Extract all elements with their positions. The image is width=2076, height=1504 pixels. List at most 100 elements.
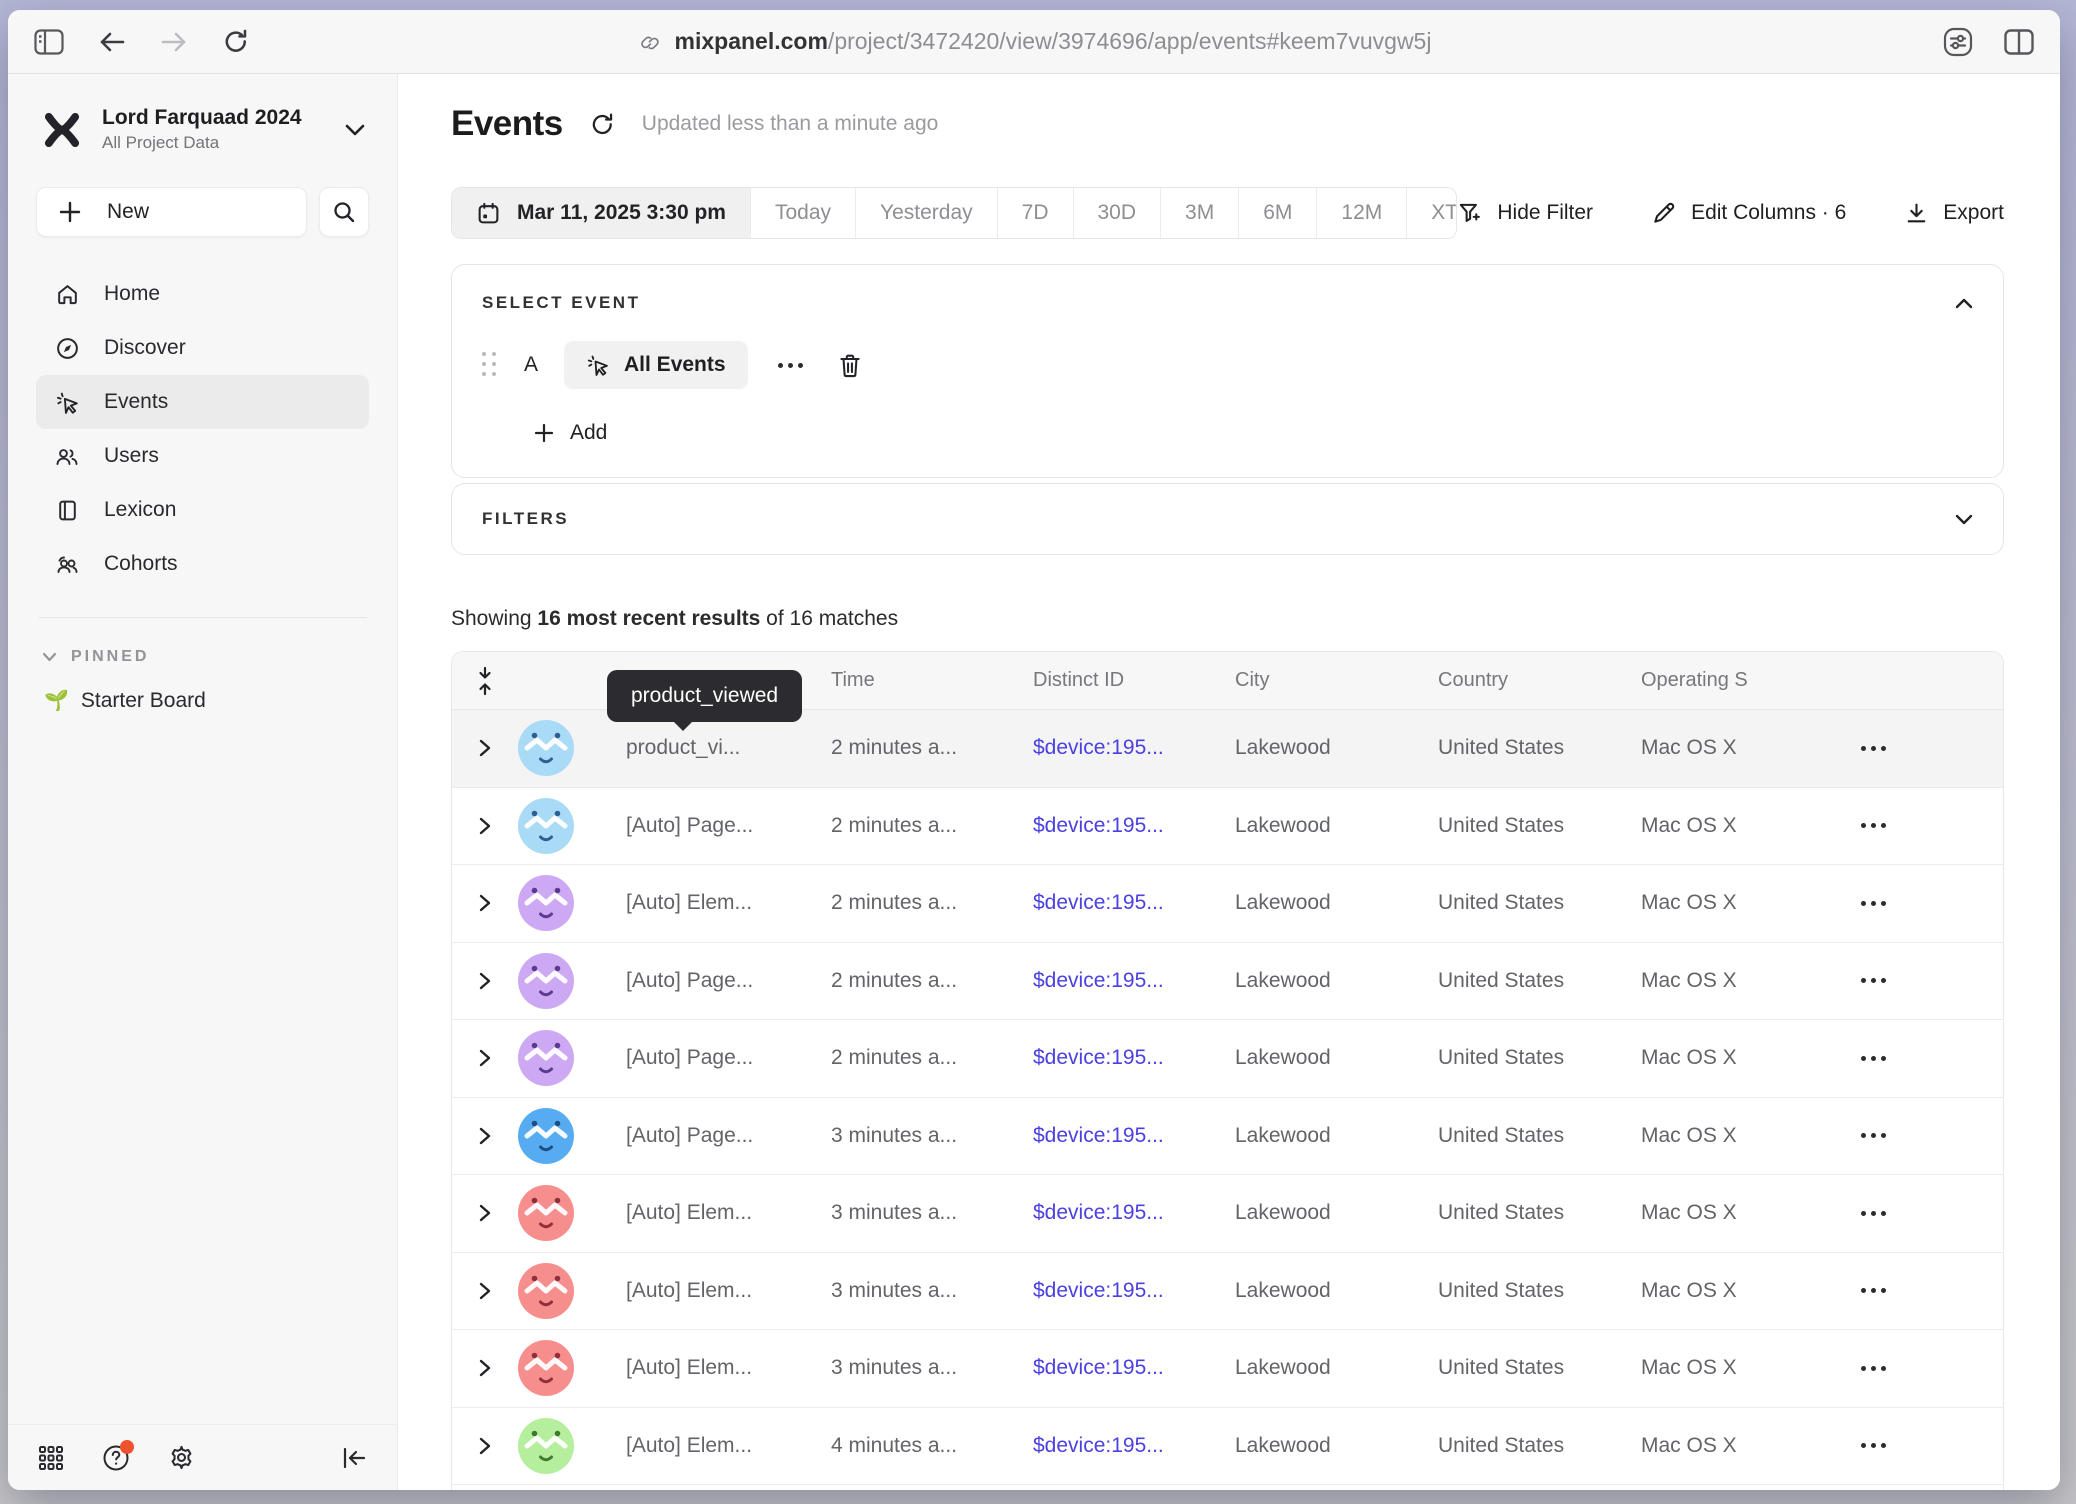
settings-gear-icon[interactable] bbox=[168, 1444, 195, 1471]
event-os: Mac OS X bbox=[1641, 969, 1841, 993]
workspace-switcher[interactable]: Lord Farquaad 2024 All Project Data bbox=[36, 106, 369, 153]
table-row[interactable]: [Auto] Page... 3 minutes a... $device:19… bbox=[452, 1098, 2003, 1176]
row-actions-button[interactable] bbox=[1861, 1288, 1886, 1293]
event-selector-pill[interactable]: All Events bbox=[564, 341, 748, 389]
new-button[interactable]: New bbox=[36, 187, 307, 237]
sidebar-item-lexicon[interactable]: Lexicon bbox=[36, 483, 369, 537]
event-name: product_vi... bbox=[593, 736, 831, 760]
row-actions-button[interactable] bbox=[1861, 1056, 1886, 1061]
preset-today[interactable]: Today bbox=[750, 188, 855, 238]
sidebar-item-discover[interactable]: Discover bbox=[36, 321, 369, 375]
event-time: 3 minutes a... bbox=[831, 1279, 1033, 1303]
row-expand-chevron-icon[interactable] bbox=[478, 738, 492, 758]
refresh-icon[interactable] bbox=[589, 111, 616, 138]
sidebar-item-events[interactable]: Events bbox=[36, 375, 369, 429]
reload-button-icon[interactable] bbox=[222, 28, 250, 56]
sidebar-toggle-icon[interactable] bbox=[34, 29, 64, 55]
split-view-icon[interactable] bbox=[2004, 29, 2034, 55]
preset-6m[interactable]: 6M bbox=[1238, 188, 1316, 238]
date-range-current[interactable]: Mar 11, 2025 3:30 pm bbox=[452, 188, 750, 238]
table-row[interactable]: [Auto] Elem... 2 minutes a... $device:19… bbox=[452, 865, 2003, 943]
table-row[interactable]: [Auto] Elem... 4 minutes a... $device:19… bbox=[452, 1485, 2003, 1490]
row-expand-chevron-icon[interactable] bbox=[478, 1126, 492, 1146]
column-header-os[interactable]: Operating S bbox=[1641, 669, 1841, 692]
row-expand-chevron-icon[interactable] bbox=[478, 893, 492, 913]
row-expand-chevron-icon[interactable] bbox=[478, 1203, 492, 1223]
sidebar-item-users[interactable]: Users bbox=[36, 429, 369, 483]
chevron-down-icon[interactable] bbox=[1955, 514, 1973, 525]
trash-icon[interactable] bbox=[837, 352, 863, 379]
add-event-button[interactable]: Add bbox=[534, 421, 1973, 445]
table-row[interactable]: [Auto] Elem... 3 minutes a... $device:19… bbox=[452, 1253, 2003, 1331]
event-avatar-violet bbox=[518, 875, 574, 931]
event-name: [Auto] Elem... bbox=[593, 1279, 831, 1303]
table-row[interactable]: [Auto] Page... 2 minutes a... $device:19… bbox=[452, 1020, 2003, 1098]
row-actions-button[interactable] bbox=[1861, 901, 1886, 906]
distinct-id-link[interactable]: $device:195... bbox=[1033, 1279, 1164, 1303]
distinct-id-link[interactable]: $device:195... bbox=[1033, 1046, 1164, 1070]
row-expand-chevron-icon[interactable] bbox=[478, 1281, 492, 1301]
table-row[interactable]: [Auto] Page... 2 minutes a... $device:19… bbox=[452, 788, 2003, 866]
sort-time-icon[interactable] bbox=[474, 665, 496, 697]
distinct-id-link[interactable]: $device:195... bbox=[1033, 891, 1164, 915]
column-header-distinct-id[interactable]: Distinct ID bbox=[1033, 669, 1235, 692]
distinct-id-link[interactable]: $device:195... bbox=[1033, 1124, 1164, 1148]
preset-30d[interactable]: 30D bbox=[1073, 188, 1161, 238]
help-button[interactable] bbox=[102, 1444, 130, 1472]
export-label: Export bbox=[1943, 201, 2004, 225]
row-actions-button[interactable] bbox=[1861, 1366, 1886, 1371]
preset-yesterday[interactable]: Yesterday bbox=[855, 188, 997, 238]
collapse-sidebar-icon[interactable] bbox=[341, 1446, 367, 1470]
preset-3m[interactable]: 3M bbox=[1160, 188, 1238, 238]
sidebar-nav: Home Discover Events bbox=[36, 267, 369, 591]
filters-panel[interactable]: FILTERS bbox=[451, 483, 2004, 555]
address-bar[interactable]: mixpanel.com/project/3472420/view/397469… bbox=[637, 10, 1432, 73]
page-settings-icon[interactable] bbox=[1942, 26, 1974, 58]
sidebar-item-home[interactable]: Home bbox=[36, 267, 369, 321]
pinned-header-label: PINNED bbox=[71, 648, 149, 666]
row-actions-button[interactable] bbox=[1861, 746, 1886, 751]
distinct-id-link[interactable]: $device:195... bbox=[1033, 1434, 1164, 1458]
export-button[interactable]: Export bbox=[1904, 201, 2004, 226]
distinct-id-link[interactable]: $device:195... bbox=[1033, 736, 1164, 760]
preset-12m[interactable]: 12M bbox=[1316, 188, 1406, 238]
table-row[interactable]: [Auto] Page... 2 minutes a... $device:19… bbox=[452, 943, 2003, 1021]
distinct-id-link[interactable]: $device:195... bbox=[1033, 969, 1164, 993]
row-actions-button[interactable] bbox=[1861, 1443, 1886, 1448]
column-header-city[interactable]: City bbox=[1235, 669, 1438, 692]
row-expand-chevron-icon[interactable] bbox=[478, 1048, 492, 1068]
chevron-up-icon[interactable] bbox=[1955, 298, 1973, 309]
back-button-icon[interactable] bbox=[98, 30, 126, 54]
hide-filter-button[interactable]: Hide Filter bbox=[1457, 200, 1593, 226]
row-actions-button[interactable] bbox=[1861, 1211, 1886, 1216]
row-actions-button[interactable] bbox=[1861, 978, 1886, 983]
row-actions-button[interactable] bbox=[1861, 1133, 1886, 1138]
drag-handle[interactable] bbox=[482, 352, 498, 378]
edit-columns-button[interactable]: Edit Columns · 6 bbox=[1651, 200, 1846, 226]
pinned-section-header[interactable]: PINNED bbox=[36, 648, 369, 666]
distinct-id-link[interactable]: $device:195... bbox=[1033, 814, 1164, 838]
row-expand-chevron-icon[interactable] bbox=[478, 1436, 492, 1456]
distinct-id-link[interactable]: $device:195... bbox=[1033, 1356, 1164, 1380]
pinned-item-starter-board[interactable]: 🌱 Starter Board bbox=[36, 688, 369, 713]
row-actions-button[interactable] bbox=[1861, 823, 1886, 828]
table-row[interactable]: [Auto] Elem... 3 minutes a... $device:19… bbox=[452, 1175, 2003, 1253]
edit-columns-label: Edit Columns · 6 bbox=[1691, 201, 1846, 225]
table-row[interactable]: [Auto] Elem... 4 minutes a... $device:19… bbox=[452, 1408, 2003, 1486]
preset-7d[interactable]: 7D bbox=[997, 188, 1073, 238]
apps-grid-icon[interactable] bbox=[38, 1445, 64, 1471]
sidebar-item-cohorts[interactable]: Cohorts bbox=[36, 537, 369, 591]
preset-xtd[interactable]: XTD bbox=[1406, 188, 1457, 238]
table-row[interactable]: [Auto] Elem... 3 minutes a... $device:19… bbox=[452, 1330, 2003, 1408]
tooltip-text: product_viewed bbox=[631, 684, 778, 707]
column-header-time[interactable]: Time bbox=[831, 669, 1033, 692]
search-button[interactable] bbox=[319, 187, 369, 237]
event-row-more-button[interactable] bbox=[778, 363, 803, 368]
event-name: [Auto] Page... bbox=[593, 814, 831, 838]
row-expand-chevron-icon[interactable] bbox=[478, 1358, 492, 1378]
forward-button-icon[interactable] bbox=[160, 30, 188, 54]
distinct-id-link[interactable]: $device:195... bbox=[1033, 1201, 1164, 1225]
row-expand-chevron-icon[interactable] bbox=[478, 816, 492, 836]
column-header-country[interactable]: Country bbox=[1438, 669, 1641, 692]
row-expand-chevron-icon[interactable] bbox=[478, 971, 492, 991]
